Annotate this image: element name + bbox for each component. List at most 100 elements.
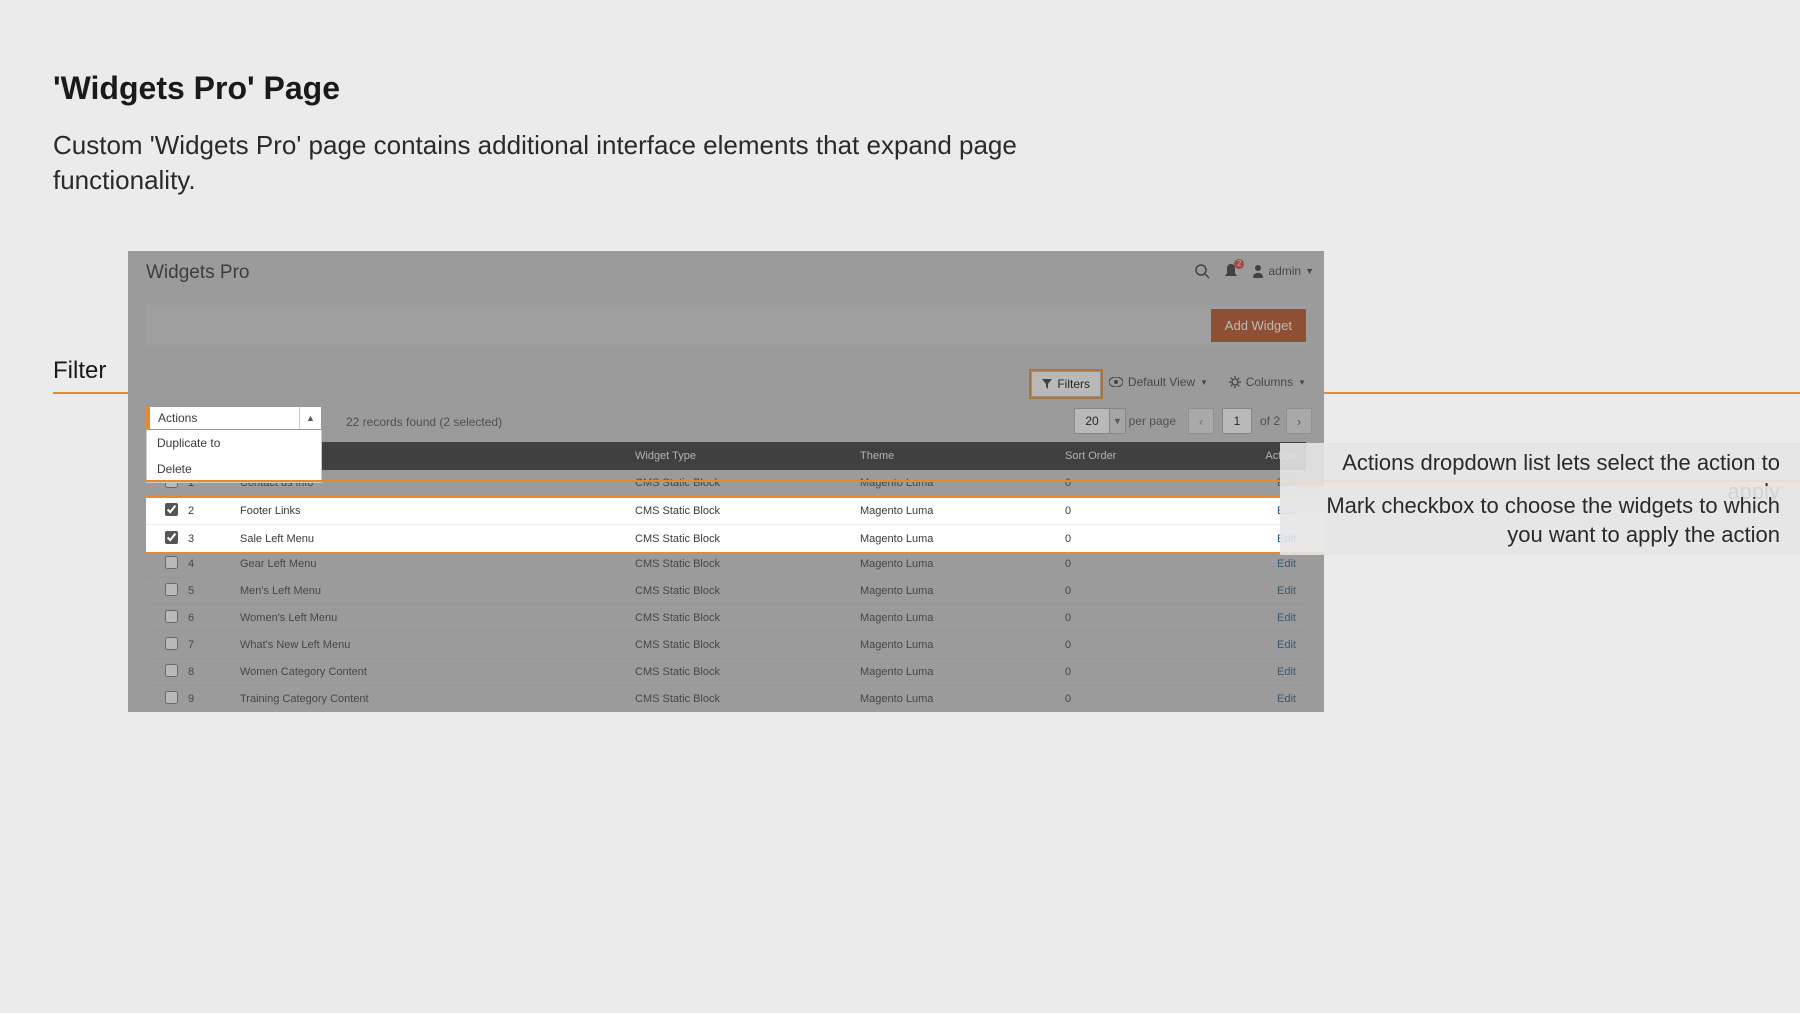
pager-prev-button[interactable]: ‹ (1188, 408, 1214, 434)
filters-label: Filters (1057, 377, 1090, 391)
edit-link[interactable]: Edit (1277, 666, 1296, 678)
row-title: What's New Left Menu (236, 639, 631, 651)
filters-button[interactable]: Filters (1031, 371, 1101, 397)
columns-button[interactable]: Columns ▼ (1229, 375, 1306, 389)
row-title: Footer Links (236, 505, 631, 517)
row-checkbox[interactable] (165, 664, 178, 677)
actions-item-duplicate[interactable]: Duplicate to (147, 430, 321, 456)
notification-badge: 2 (1234, 259, 1244, 269)
table-row[interactable]: 9Training Category ContentCMS Static Blo… (146, 686, 1306, 712)
notification-icon[interactable]: 2 (1224, 263, 1238, 279)
row-checkbox[interactable] (165, 583, 178, 596)
row-theme: Magento Luma (856, 505, 1061, 517)
row-checkbox[interactable] (165, 531, 178, 544)
admin-header: Widgets Pro 2 admin ▼ (128, 251, 1324, 295)
row-type: CMS Static Block (631, 693, 856, 705)
edit-link[interactable]: Edit (1277, 585, 1296, 597)
row-sort: 0 (1061, 585, 1246, 597)
row-checkbox[interactable] (165, 637, 178, 650)
callout-checkbox: Mark checkbox to choose the widgets to w… (1280, 486, 1800, 555)
row-id: 7 (184, 639, 236, 651)
edit-link[interactable]: Edit (1277, 612, 1296, 624)
pager-next-button[interactable]: › (1286, 408, 1312, 434)
columns-label: Columns (1246, 375, 1293, 389)
user-icon (1252, 264, 1264, 278)
actions-dropdown: Actions ▲ Duplicate to Delete (146, 406, 322, 483)
row-checkbox[interactable] (165, 503, 178, 516)
row-sort: 0 (1061, 558, 1246, 570)
caret-up-icon: ▲ (299, 407, 321, 429)
row-type: CMS Static Block (631, 612, 856, 624)
row-sort: 0 (1061, 666, 1246, 678)
row-title: Gear Left Menu (236, 558, 631, 570)
row-checkbox[interactable] (165, 556, 178, 569)
action-bar: Add Widget (146, 305, 1306, 345)
pager-current-input[interactable] (1222, 408, 1252, 434)
table-row[interactable]: 6Women's Left MenuCMS Static BlockMagent… (146, 605, 1306, 632)
page-size-dropdown[interactable]: ▼ (1110, 408, 1126, 434)
admin-user-menu[interactable]: admin ▼ (1252, 264, 1314, 278)
row-theme: Magento Luma (856, 666, 1061, 678)
row-checkbox[interactable] (165, 691, 178, 704)
row-id: 8 (184, 666, 236, 678)
col-header-theme[interactable]: Theme (856, 450, 1061, 462)
page-title: Widgets Pro (146, 262, 249, 284)
table-row[interactable]: 4Gear Left MenuCMS Static BlockMagento L… (146, 551, 1306, 578)
actions-dropdown-label: Actions (158, 411, 197, 425)
caret-down-icon: ▼ (1305, 266, 1314, 276)
edit-link[interactable]: Edit (1277, 639, 1296, 651)
row-id: 4 (184, 558, 236, 570)
table-row[interactable]: 7What's New Left MenuCMS Static BlockMag… (146, 632, 1306, 659)
doc-page-description: Custom 'Widgets Pro' page contains addit… (53, 128, 1103, 199)
row-type: CMS Static Block (631, 639, 856, 651)
row-type: CMS Static Block (631, 533, 856, 545)
gear-icon (1229, 376, 1241, 388)
col-header-sort[interactable]: Sort Order (1061, 450, 1246, 462)
actions-item-delete[interactable]: Delete (147, 456, 321, 482)
highlighted-rows: 2Footer LinksCMS Static BlockMagento Lum… (146, 496, 1324, 554)
caret-down-icon: ▼ (1298, 378, 1306, 387)
table-row[interactable]: 2Footer LinksCMS Static BlockMagento Lum… (146, 498, 1324, 525)
caret-down-icon: ▼ (1200, 378, 1208, 387)
eye-icon (1109, 377, 1123, 387)
row-id: 2 (184, 505, 236, 517)
row-sort: 0 (1061, 533, 1246, 545)
table-row[interactable]: 5Men's Left MenuCMS Static BlockMagento … (146, 578, 1306, 605)
default-view-button[interactable]: Default View ▼ (1109, 375, 1208, 389)
row-theme: Magento Luma (856, 693, 1061, 705)
row-title: Sale Left Menu (236, 533, 631, 545)
records-found: 22 records found (2 selected) (346, 415, 502, 429)
actions-dropdown-toggle[interactable]: Actions ▲ (146, 406, 322, 430)
row-id: 6 (184, 612, 236, 624)
row-type: CMS Static Block (631, 666, 856, 678)
row-theme: Magento Luma (856, 585, 1061, 597)
admin-user-label: admin (1268, 264, 1301, 278)
row-id: 9 (184, 693, 236, 705)
row-type: CMS Static Block (631, 558, 856, 570)
row-theme: Magento Luma (856, 639, 1061, 651)
row-sort: 0 (1061, 505, 1246, 517)
row-theme: Magento Luma (856, 477, 1061, 489)
row-title: Training Category Content (236, 693, 631, 705)
edit-link[interactable]: Edit (1277, 558, 1296, 570)
table-row[interactable]: 3Sale Left MenuCMS Static BlockMagento L… (146, 525, 1324, 552)
add-widget-button[interactable]: Add Widget (1211, 309, 1306, 342)
row-id: 5 (184, 585, 236, 597)
per-page-label: per page (1129, 414, 1176, 428)
row-theme: Magento Luma (856, 612, 1061, 624)
search-icon[interactable] (1194, 263, 1210, 279)
actions-dropdown-menu: Duplicate to Delete (146, 430, 322, 483)
row-sort: 0 (1061, 477, 1246, 489)
row-title: Men's Left Menu (236, 585, 631, 597)
row-sort: 0 (1061, 612, 1246, 624)
row-theme: Magento Luma (856, 533, 1061, 545)
col-header-type[interactable]: Widget Type (631, 450, 856, 462)
table-row[interactable]: 8Women Category ContentCMS Static BlockM… (146, 659, 1306, 686)
row-checkbox[interactable] (165, 610, 178, 623)
row-sort: 0 (1061, 639, 1246, 651)
pager-of-label: of 2 (1260, 414, 1280, 428)
grid-toolbar: Filters Default View ▼ Columns ▼ (146, 371, 1306, 397)
edit-link[interactable]: Edit (1277, 693, 1296, 705)
page-size-input[interactable] (1074, 408, 1110, 434)
default-view-label: Default View (1128, 375, 1195, 389)
